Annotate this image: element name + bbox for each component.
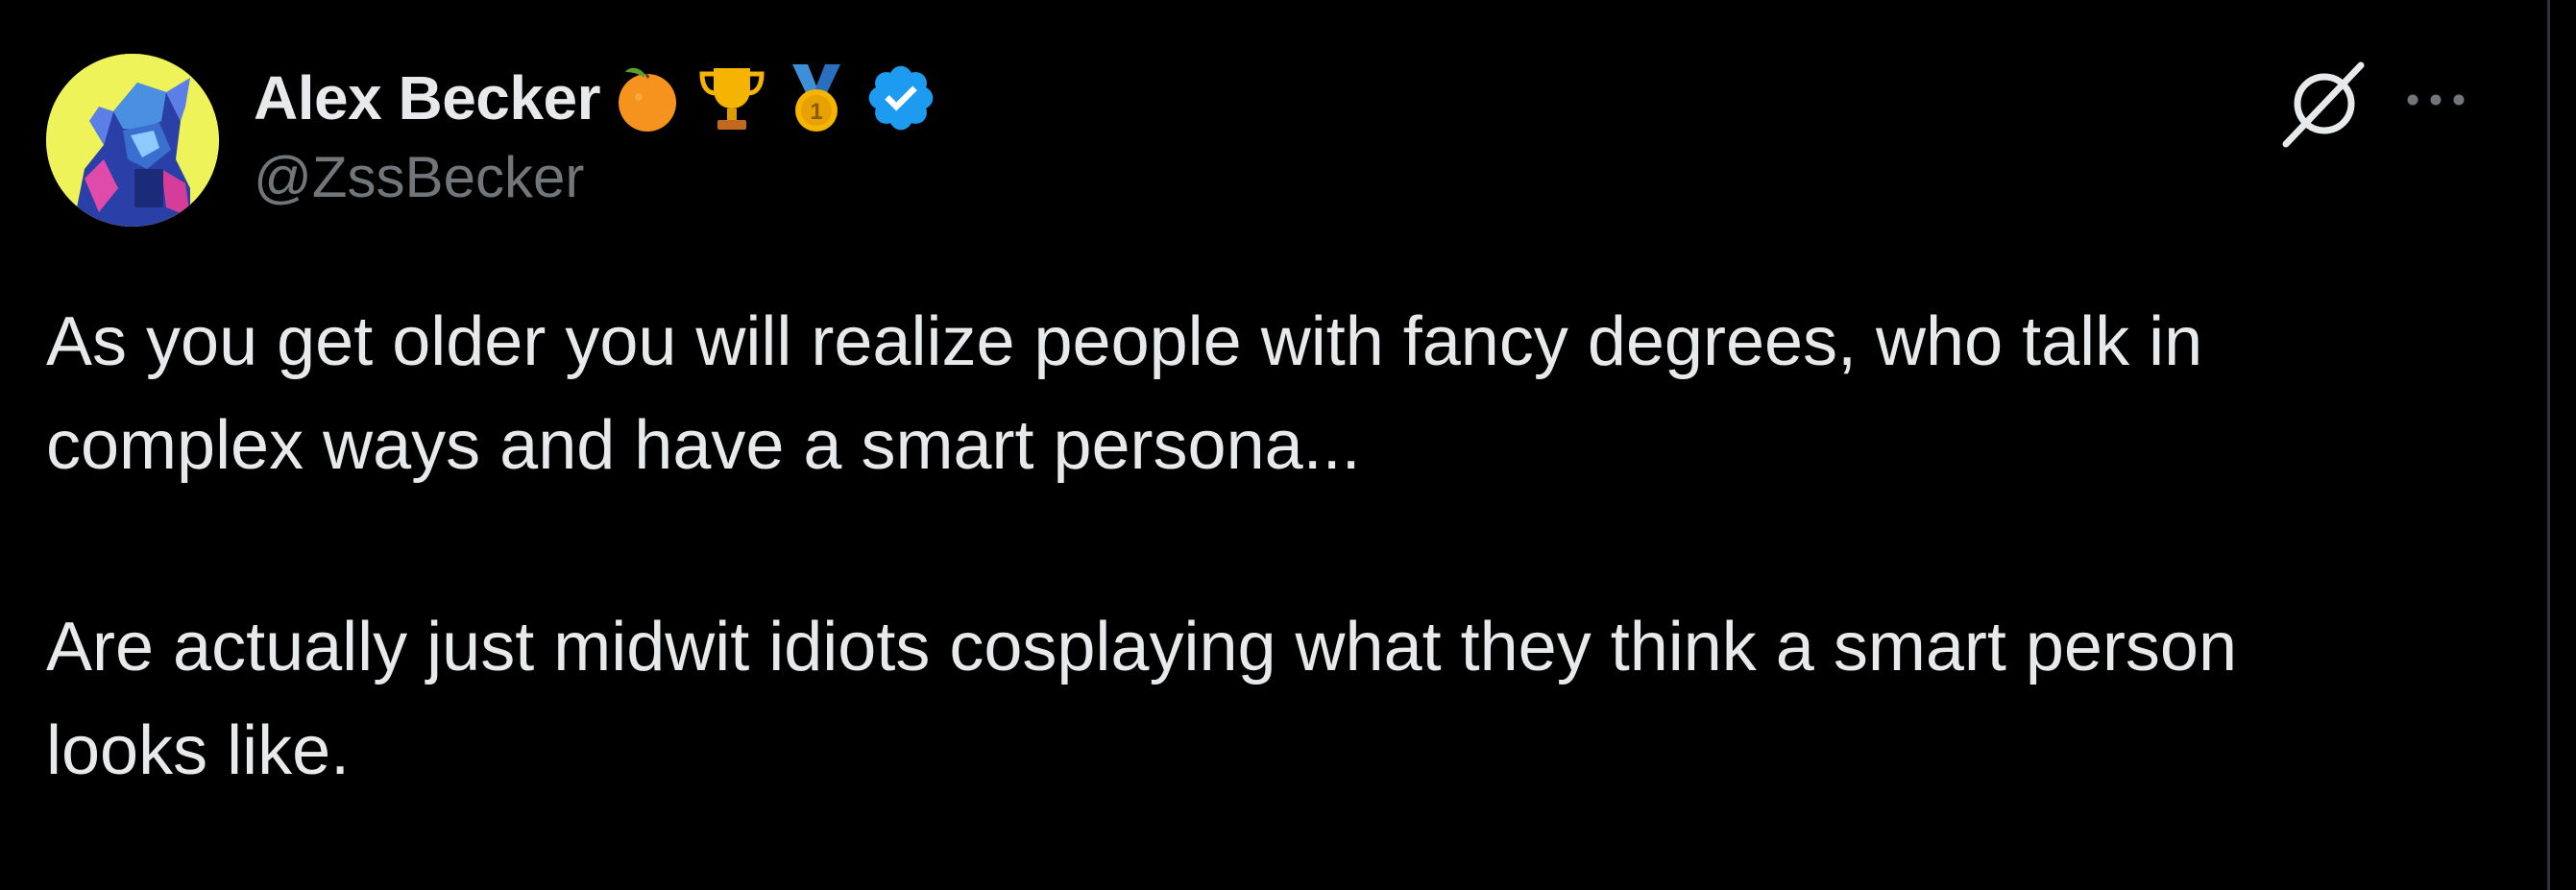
svg-text:1: 1: [810, 99, 822, 125]
tweet-text-line: complex ways and have a smart persona...: [46, 407, 1361, 484]
tweet-text-line: Are actually just midwit idiots cosplayi…: [46, 609, 2238, 686]
grok-icon[interactable]: [2276, 60, 2369, 152]
tangerine-icon: [610, 60, 685, 135]
tweet-text-line: As you get older you will realize people…: [46, 303, 2203, 380]
first-place-medal-icon: 1: [779, 60, 854, 135]
column-divider: [2547, 0, 2550, 890]
verified-badge-icon: [863, 60, 938, 135]
author-display-name[interactable]: Alex Becker: [254, 62, 600, 133]
author-handle[interactable]: @ZssBecker: [254, 144, 584, 210]
trophy-icon: [694, 60, 769, 135]
author-name-row: Alex Becker 1: [254, 60, 938, 136]
avatar[interactable]: [46, 54, 219, 227]
paragraph-break: [46, 497, 2505, 595]
tweet-card: Alex Becker 1 @ZssBecker As you get olde…: [0, 0, 2547, 890]
tweet-text-line: looks like.: [46, 712, 351, 789]
more-options-icon[interactable]: [2397, 81, 2474, 119]
tweet-text: As you get older you will realize people…: [46, 290, 2505, 803]
